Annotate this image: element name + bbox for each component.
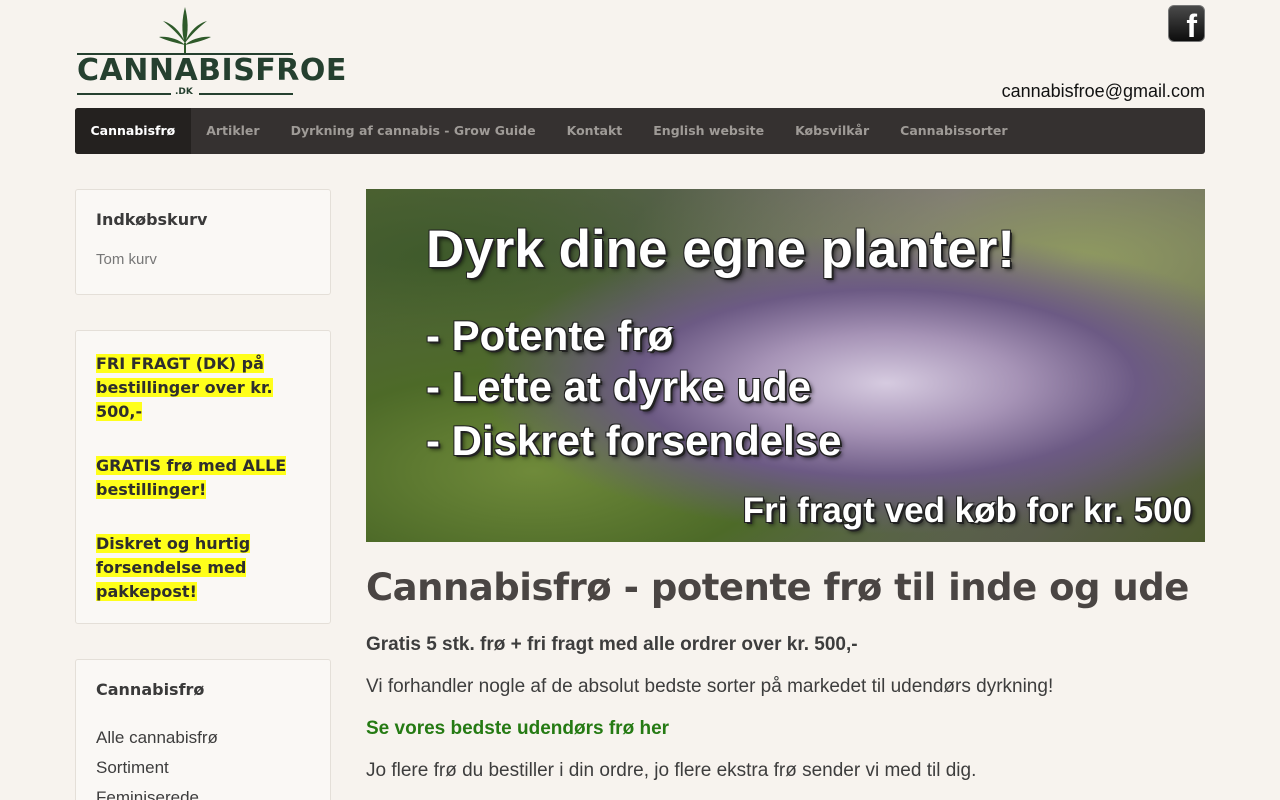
intro-text: Vi forhandler nogle af de absolut bedste… <box>366 676 1054 697</box>
banner-point: - Lette at dyrke ude <box>426 363 812 410</box>
nav-item-grow-guide[interactable]: Dyrkning af cannabis - Grow Guide <box>275 108 551 154</box>
nav-item-artikler[interactable]: Artikler <box>191 108 275 154</box>
promo-text: GRATIS frø med ALLE bestillinger! <box>96 456 287 499</box>
nav-item-kobsvilkar[interactable]: Købsvilkår <box>780 108 885 154</box>
logo-rule <box>199 93 293 95</box>
logo-rule <box>77 93 171 95</box>
site-logo[interactable]: CANNABISFROE .DK <box>75 5 346 97</box>
banner-point: - Potente frø <box>426 312 674 359</box>
outdoor-seeds-link[interactable]: Se vores bedste udendørs frø her <box>366 718 669 740</box>
banner-footer: Fri fragt ved køb for kr. 500 <box>742 491 1192 530</box>
seeds-widget-title: Cannabisfrø <box>96 680 205 699</box>
nav-item-cannabissorter[interactable]: Cannabissorter <box>885 108 1023 154</box>
promo-text: FRI FRAGT (DK) på bestillinger over kr. … <box>96 354 273 421</box>
contact-email: cannabisfroe@gmail.com <box>1001 81 1205 101</box>
promo-text: Diskret og hurtig forsendelse med pakkep… <box>96 534 251 601</box>
page-title: Cannabisfrø - potente frø til inde og ud… <box>366 566 1189 609</box>
nav-item-english-website[interactable]: English website <box>638 108 780 154</box>
promo-discreet-shipping: Diskret og hurtig forsendelse med pakkep… <box>96 532 310 604</box>
main-nav: Cannabisfrø Artikler Dyrkning af cannabi… <box>75 108 1205 154</box>
cart-title: Indkøbskurv <box>96 210 208 229</box>
intro-text: Jo flere frø du bestiller i din ordre, j… <box>366 760 977 781</box>
promo-free-seeds: GRATIS frø med ALLE bestillinger! <box>96 454 310 502</box>
facebook-icon[interactable]: f <box>1168 5 1205 42</box>
logo-tld: .DK <box>175 87 193 97</box>
page: CANNABISFROE .DK f cannabisfroe@gmail.co… <box>0 0 1280 800</box>
cart-empty-text: Tom kurv <box>96 251 157 268</box>
banner-point: - Diskret forsendelse <box>426 417 842 464</box>
sidebar-link-all-seeds[interactable]: Alle cannabisfrø <box>96 723 310 753</box>
promo-widget: FRI FRAGT (DK) på bestillinger over kr. … <box>75 330 331 624</box>
cart-widget: Indkøbskurv Tom kurv <box>75 189 331 295</box>
seeds-category-widget: Cannabisfrø Alle cannabisfrø Sortiment F… <box>75 659 331 800</box>
intro-offer: Gratis 5 stk. frø + fri fragt med alle o… <box>366 634 858 655</box>
sidebar-link-sortiment[interactable]: Sortiment <box>96 753 310 783</box>
logo-wordmark: CANNABISFROE <box>77 53 347 88</box>
hero-banner[interactable]: Dyrk dine egne planter! - Potente frø - … <box>366 189 1205 542</box>
cannabis-leaf-icon <box>159 7 211 53</box>
promo-free-shipping: FRI FRAGT (DK) på bestillinger over kr. … <box>96 352 310 424</box>
nav-item-cannabisfro[interactable]: Cannabisfrø <box>75 108 191 154</box>
banner-headline: Dyrk dine egne planter! <box>426 220 1016 279</box>
sidebar-link-feminiserede[interactable]: Feminiserede <box>96 783 310 800</box>
nav-item-kontakt[interactable]: Kontakt <box>551 108 638 154</box>
